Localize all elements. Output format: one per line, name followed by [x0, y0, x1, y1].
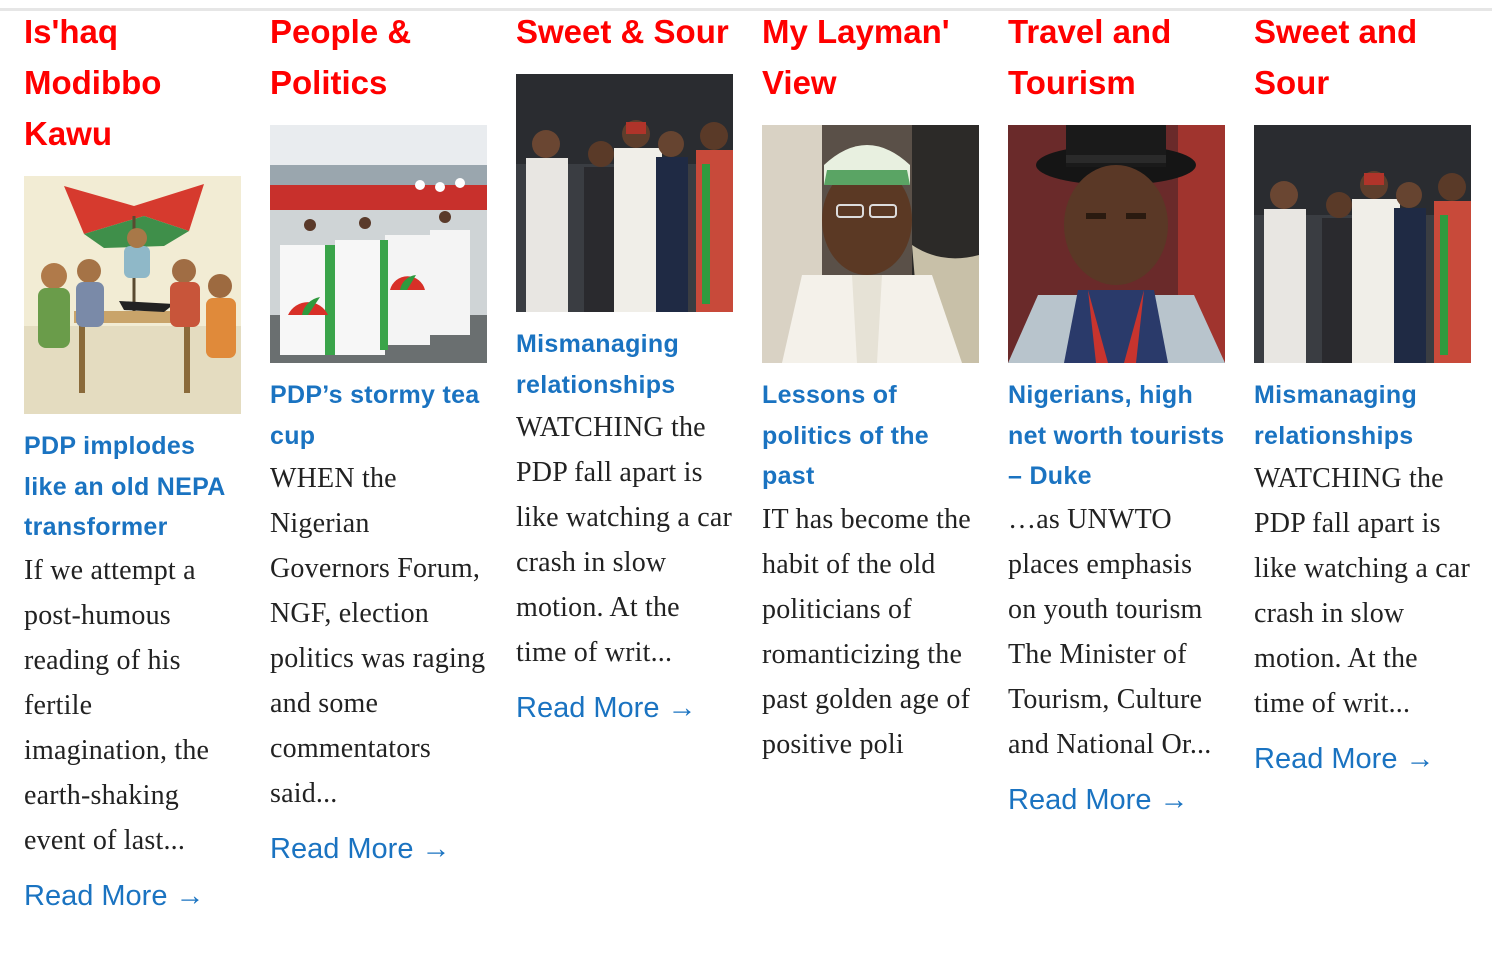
read-more-link[interactable]: Read More →	[516, 692, 697, 724]
post-excerpt: WATCHING the PDP fall apart is like watc…	[1254, 463, 1471, 719]
column-heading[interactable]: Sweet & Sour	[516, 6, 733, 57]
column-heading[interactable]: Is'haq Modibbo Kawu	[24, 6, 241, 159]
post-title-link[interactable]: PDP implodes like an old NEPA transforme…	[24, 426, 241, 548]
columnist-grid: Is'haq Modibbo Kawu PDP implodes like an…	[24, 6, 1484, 912]
column-people-politics: People & Politics PDP’s stormy tea cup W…	[270, 6, 487, 912]
convention-booths-image[interactable]	[270, 125, 487, 363]
post-title-link[interactable]: Mismanaging relationships	[516, 324, 733, 405]
post-title-link[interactable]: Nigerians, high net worth tourists – Duk…	[1008, 375, 1225, 497]
post-excerpt: WHEN the Nigerian Governors Forum, NGF, …	[270, 463, 486, 809]
post-excerpt: …as UNWTO places emphasis on youth touri…	[1008, 503, 1212, 760]
column-heading[interactable]: My Layman' View	[762, 6, 979, 108]
column-heading[interactable]: Travel and Tourism	[1008, 6, 1225, 108]
read-more-link[interactable]: Read More →	[24, 880, 205, 912]
column-heading[interactable]: People & Politics	[270, 6, 487, 108]
minister-portrait-image[interactable]	[1008, 125, 1225, 363]
politicians-group-image[interactable]	[1254, 125, 1471, 363]
post-excerpt: If we attempt a post-humous reading of h…	[24, 554, 210, 856]
column-sweet-and-sour: Sweet & Sour Mismanaging relationships W…	[516, 6, 733, 912]
post-excerpt: WATCHING the PDP fall apart is like watc…	[516, 412, 733, 668]
politician-portrait-image[interactable]	[762, 125, 979, 363]
cartoon-illustration-image[interactable]	[24, 176, 241, 414]
column-sweet-and-sour-2: Sweet and Sour Mismanaging relationships…	[1254, 6, 1471, 912]
post-excerpt: IT has become the habit of the old polit…	[762, 503, 971, 760]
column-my-layman-view: My Layman' View Lessons of politics of t…	[762, 6, 979, 912]
read-more-link[interactable]: Read More →	[1008, 784, 1189, 816]
column-travel-and-tourism: Travel and Tourism Nigerians, high net w…	[1008, 6, 1225, 912]
post-title-link[interactable]: PDP’s stormy tea cup	[270, 375, 487, 456]
post-title-link[interactable]: Mismanaging relationships	[1254, 375, 1471, 456]
post-title-link[interactable]: Lessons of politics of the past	[762, 375, 979, 497]
read-more-link[interactable]: Read More →	[270, 833, 451, 865]
read-more-link[interactable]: Read More →	[1254, 743, 1435, 775]
column-heading[interactable]: Sweet and Sour	[1254, 6, 1471, 108]
politicians-group-image[interactable]	[516, 74, 733, 312]
column-ishaq-modibbo-kawu: Is'haq Modibbo Kawu PDP implodes like an…	[24, 6, 241, 912]
